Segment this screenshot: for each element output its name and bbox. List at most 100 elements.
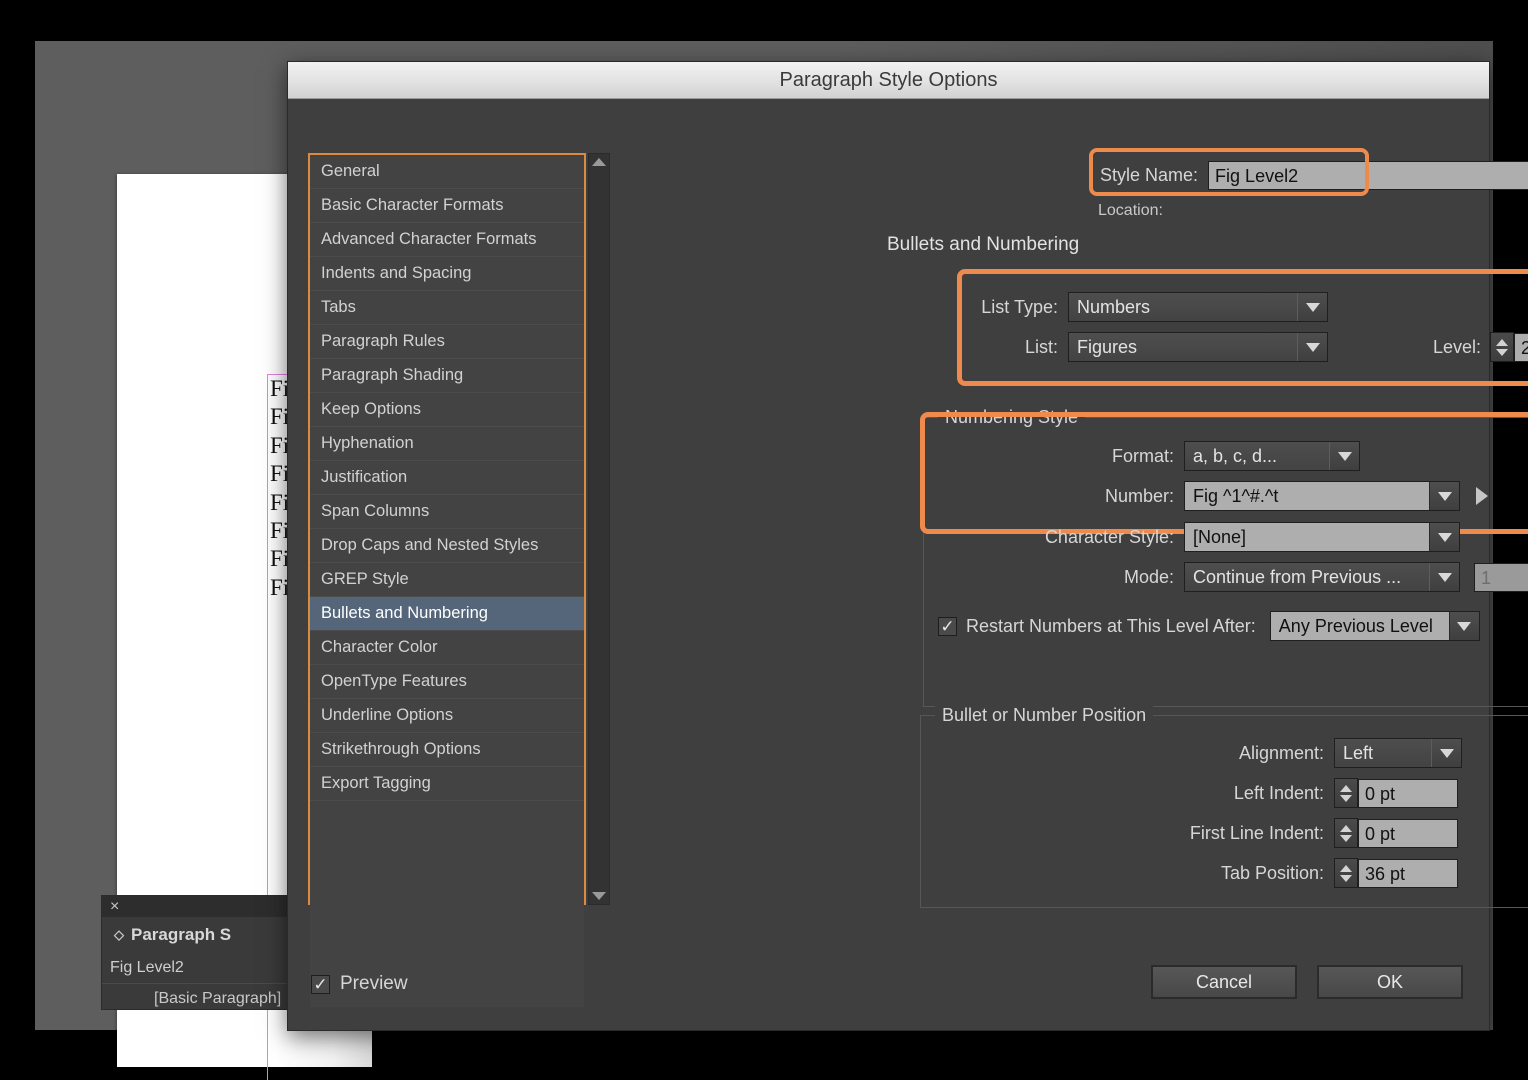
nav-label: Drop Caps and Nested Styles — [321, 536, 539, 554]
nav-label: Paragraph Shading — [321, 366, 464, 384]
nav-label: Justification — [321, 468, 408, 486]
sidebar-item-general[interactable]: General — [310, 155, 584, 189]
sidebar-item-justification[interactable]: Justification — [310, 461, 584, 495]
dialog-titlebar[interactable]: Paragraph Style Options — [288, 62, 1489, 99]
restart-after-dropdown[interactable]: Any Previous Level — [1269, 611, 1480, 641]
nav-label: Paragraph Rules — [321, 332, 445, 350]
left-indent-input[interactable]: 0 pt — [1358, 778, 1458, 808]
chevron-down-icon[interactable] — [1431, 739, 1461, 767]
sidebar-item-strikethrough-options[interactable]: Strikethrough Options — [310, 733, 584, 767]
sidebar-item-paragraph-shading[interactable]: Paragraph Shading — [310, 359, 584, 393]
first-line-indent-label: First Line Indent: — [1189, 822, 1324, 843]
category-list-scrollbar[interactable] — [588, 153, 610, 905]
style-name-row: Style Name: Fig Level2 — [1100, 161, 1528, 190]
sidebar-item-paragraph-rules[interactable]: Paragraph Rules — [310, 325, 584, 359]
dialog-title: Paragraph Style Options — [779, 68, 998, 91]
level-input[interactable]: 2 — [1514, 332, 1528, 362]
category-list[interactable]: General Basic Character Formats Advanced… — [308, 153, 586, 1007]
list-type-dropdown[interactable]: Numbers — [1068, 292, 1328, 322]
format-dropdown[interactable]: a, b, c, d... — [1184, 441, 1360, 471]
nav-label: Strikethrough Options — [321, 740, 481, 758]
screen: Fig 1. Fig 2. Fig 2a. Fig 2b. Fig 3. Fig… — [0, 0, 1528, 1080]
sidebar-item-character-color[interactable]: Character Color — [310, 631, 584, 665]
page-title: Bullets and Numbering — [887, 234, 1080, 255]
location-label: Location: — [1098, 202, 1163, 219]
style-name-input[interactable]: Fig Level2 — [1208, 161, 1528, 190]
panel-menu-icon[interactable]: ◇ — [114, 927, 124, 943]
character-style-label: Character Style: — [1044, 526, 1174, 547]
ok-button[interactable]: OK — [1317, 965, 1463, 999]
first-line-indent-input[interactable]: 0 pt — [1358, 818, 1458, 848]
stepper-up-icon[interactable] — [1340, 784, 1352, 792]
sidebar-item-export-tagging[interactable]: Export Tagging — [310, 767, 584, 801]
insert-special-character-icon[interactable] — [1476, 487, 1488, 505]
stepper-down-icon[interactable] — [1340, 874, 1352, 882]
first-line-indent-row: First Line Indent: 0 pt — [1168, 818, 1458, 848]
stepper-up-icon[interactable] — [1496, 338, 1509, 346]
preview-checkbox[interactable]: ✓ — [311, 974, 330, 994]
style-name-label: Style Name: — [1100, 165, 1199, 185]
chevron-down-icon[interactable] — [1297, 333, 1327, 361]
list-type-label: List Type: — [981, 296, 1058, 317]
tab-position-input[interactable]: 36 pt — [1358, 858, 1458, 888]
left-indent-stepper[interactable] — [1334, 778, 1358, 808]
nav-label: Basic Character Formats — [321, 196, 504, 214]
paragraph-style-options-dialog: Paragraph Style Options General Basic Ch… — [287, 61, 1528, 1031]
preview-row[interactable]: ✓ Preview — [311, 973, 408, 995]
stepper-up-icon[interactable] — [1340, 864, 1352, 872]
sidebar-item-indents-and-spacing[interactable]: Indents and Spacing — [310, 257, 584, 291]
nav-label: Character Color — [321, 638, 438, 656]
sidebar-item-grep-style[interactable]: GREP Style — [310, 563, 584, 597]
number-label: Number: — [1104, 485, 1174, 506]
list-value: Figures — [1077, 336, 1138, 357]
scroll-up-icon[interactable] — [592, 158, 606, 166]
sidebar-item-drop-caps-and-nested-styles[interactable]: Drop Caps and Nested Styles — [310, 529, 584, 563]
cancel-button[interactable]: Cancel — [1151, 965, 1297, 999]
stepper-down-icon[interactable] — [1496, 348, 1509, 356]
first-line-indent-stepper[interactable] — [1334, 818, 1358, 848]
chevron-down-icon[interactable] — [1329, 442, 1359, 470]
stepper-down-icon[interactable] — [1340, 794, 1352, 802]
nav-label: General — [321, 162, 380, 180]
dialog-buttons: Cancel OK — [1151, 965, 1463, 999]
sidebar-item-hyphenation[interactable]: Hyphenation — [310, 427, 584, 461]
sidebar-item-keep-options[interactable]: Keep Options — [310, 393, 584, 427]
preview-label: Preview — [340, 973, 408, 994]
close-icon[interactable]: × — [110, 898, 119, 915]
sidebar-item-advanced-character-formats[interactable]: Advanced Character Formats — [310, 223, 584, 257]
alignment-label: Alignment: — [1238, 742, 1324, 763]
sidebar-item-span-columns[interactable]: Span Columns — [310, 495, 584, 529]
sidebar-item-opentype-features[interactable]: OpenType Features — [310, 665, 584, 699]
stepper-up-icon[interactable] — [1340, 824, 1352, 832]
restart-numbers-label: Restart Numbers at This Level After: — [966, 615, 1256, 636]
list-type-value: Numbers — [1077, 296, 1151, 317]
sidebar-item-bullets-and-numbering[interactable]: Bullets and Numbering — [310, 597, 584, 631]
chevron-down-icon[interactable] — [1448, 612, 1479, 640]
sidebar-item-underline-options[interactable]: Underline Options — [310, 699, 584, 733]
chevron-down-icon[interactable] — [1297, 293, 1327, 321]
chevron-down-icon[interactable] — [1429, 563, 1459, 591]
nav-label: Export Tagging — [321, 774, 431, 792]
scroll-down-icon[interactable] — [592, 892, 606, 900]
number-input[interactable]: Fig ^1^#.^t — [1184, 481, 1460, 511]
chevron-down-icon[interactable] — [1429, 523, 1459, 551]
left-indent-label: Left Indent: — [1233, 782, 1324, 803]
list-dropdown[interactable]: Figures — [1068, 332, 1328, 362]
restart-after-value: Any Previous Level — [1278, 615, 1433, 636]
tab-position-stepper[interactable] — [1334, 858, 1358, 888]
nav-label: Tabs — [321, 298, 356, 316]
nav-label: Keep Options — [321, 400, 421, 418]
mode-start-number-input[interactable]: 1 — [1474, 562, 1528, 592]
level-stepper[interactable] — [1490, 332, 1515, 362]
nav-label: Hyphenation — [321, 434, 414, 452]
sidebar-item-tabs[interactable]: Tabs — [310, 291, 584, 325]
chevron-down-icon[interactable] — [1429, 482, 1459, 510]
sidebar-item-basic-character-formats[interactable]: Basic Character Formats — [310, 189, 584, 223]
restart-numbers-checkbox[interactable]: ✓ — [938, 616, 957, 636]
alignment-dropdown[interactable]: Left — [1334, 738, 1462, 768]
category-list-inner: General Basic Character Formats Advanced… — [310, 155, 584, 1007]
stepper-down-icon[interactable] — [1340, 834, 1352, 842]
position-legend: Bullet or Number Position — [935, 705, 1154, 726]
mode-dropdown[interactable]: Continue from Previous ... — [1184, 562, 1460, 592]
character-style-dropdown[interactable]: [None] — [1184, 522, 1460, 552]
